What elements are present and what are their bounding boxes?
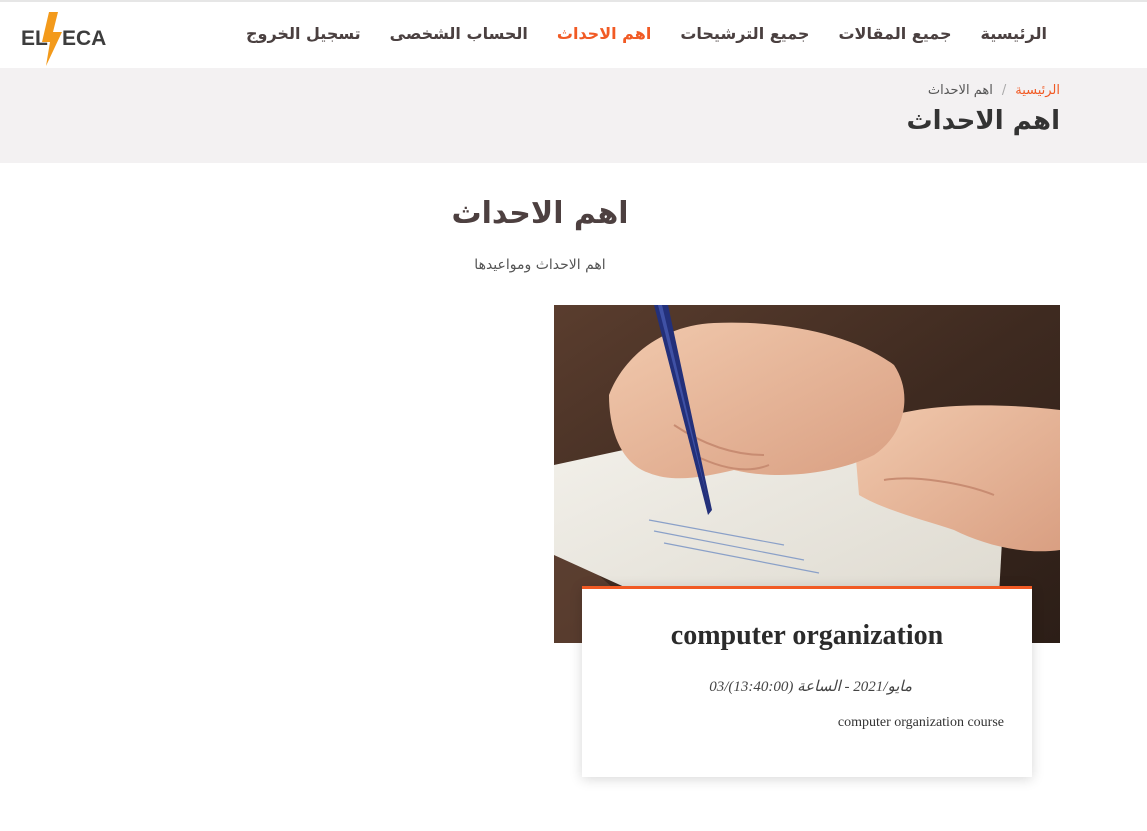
section-title: اهم الاحداث [451, 196, 629, 231]
section-subtitle: اهم الاحداث ومواعيدها [474, 257, 606, 273]
elseca-logo[interactable]: EL ECA [20, 10, 106, 68]
svg-text:EL: EL [21, 27, 48, 50]
main-nav: الرئيسية جميع المقالات جميع الترشيحات اه… [217, 2, 1047, 64]
page-title-band: الرئيسية / اهم الاحداث اهم الاحداث [0, 68, 1147, 163]
nav-item-profile[interactable]: الحساب الشخصى [390, 24, 528, 43]
event-card[interactable]: computer organization 03/مايو/2021 - الس… [582, 586, 1032, 777]
breadcrumb-current: اهم الاحداث [927, 83, 993, 98]
nav-item-home[interactable]: الرئيسية [981, 24, 1048, 43]
nav-item-all-nominations[interactable]: جميع الترشيحات [680, 24, 809, 43]
breadcrumb-separator: / [1001, 83, 1007, 98]
breadcrumb-home-link[interactable]: الرئيسية [1015, 83, 1060, 98]
nav-item-top-events[interactable]: اهم الاحداث [557, 24, 651, 43]
event-description: computer organization course [837, 715, 1004, 730]
breadcrumb: الرئيسية / اهم الاحداث [928, 83, 1060, 98]
nav-item-all-articles[interactable]: جميع المقالات [838, 24, 951, 43]
site-header: EL ECA الرئيسية جميع المقالات جميع الترش… [0, 2, 1147, 68]
event-title[interactable]: computer organization [582, 620, 1032, 652]
page-title: اهم الاحداث [906, 106, 1060, 136]
svg-text:ECA: ECA [62, 27, 106, 50]
event-date: 03/مايو/2021 - الساعة (13:40:00) [709, 679, 912, 695]
nav-item-logout[interactable]: تسجيل الخروج [246, 24, 361, 43]
